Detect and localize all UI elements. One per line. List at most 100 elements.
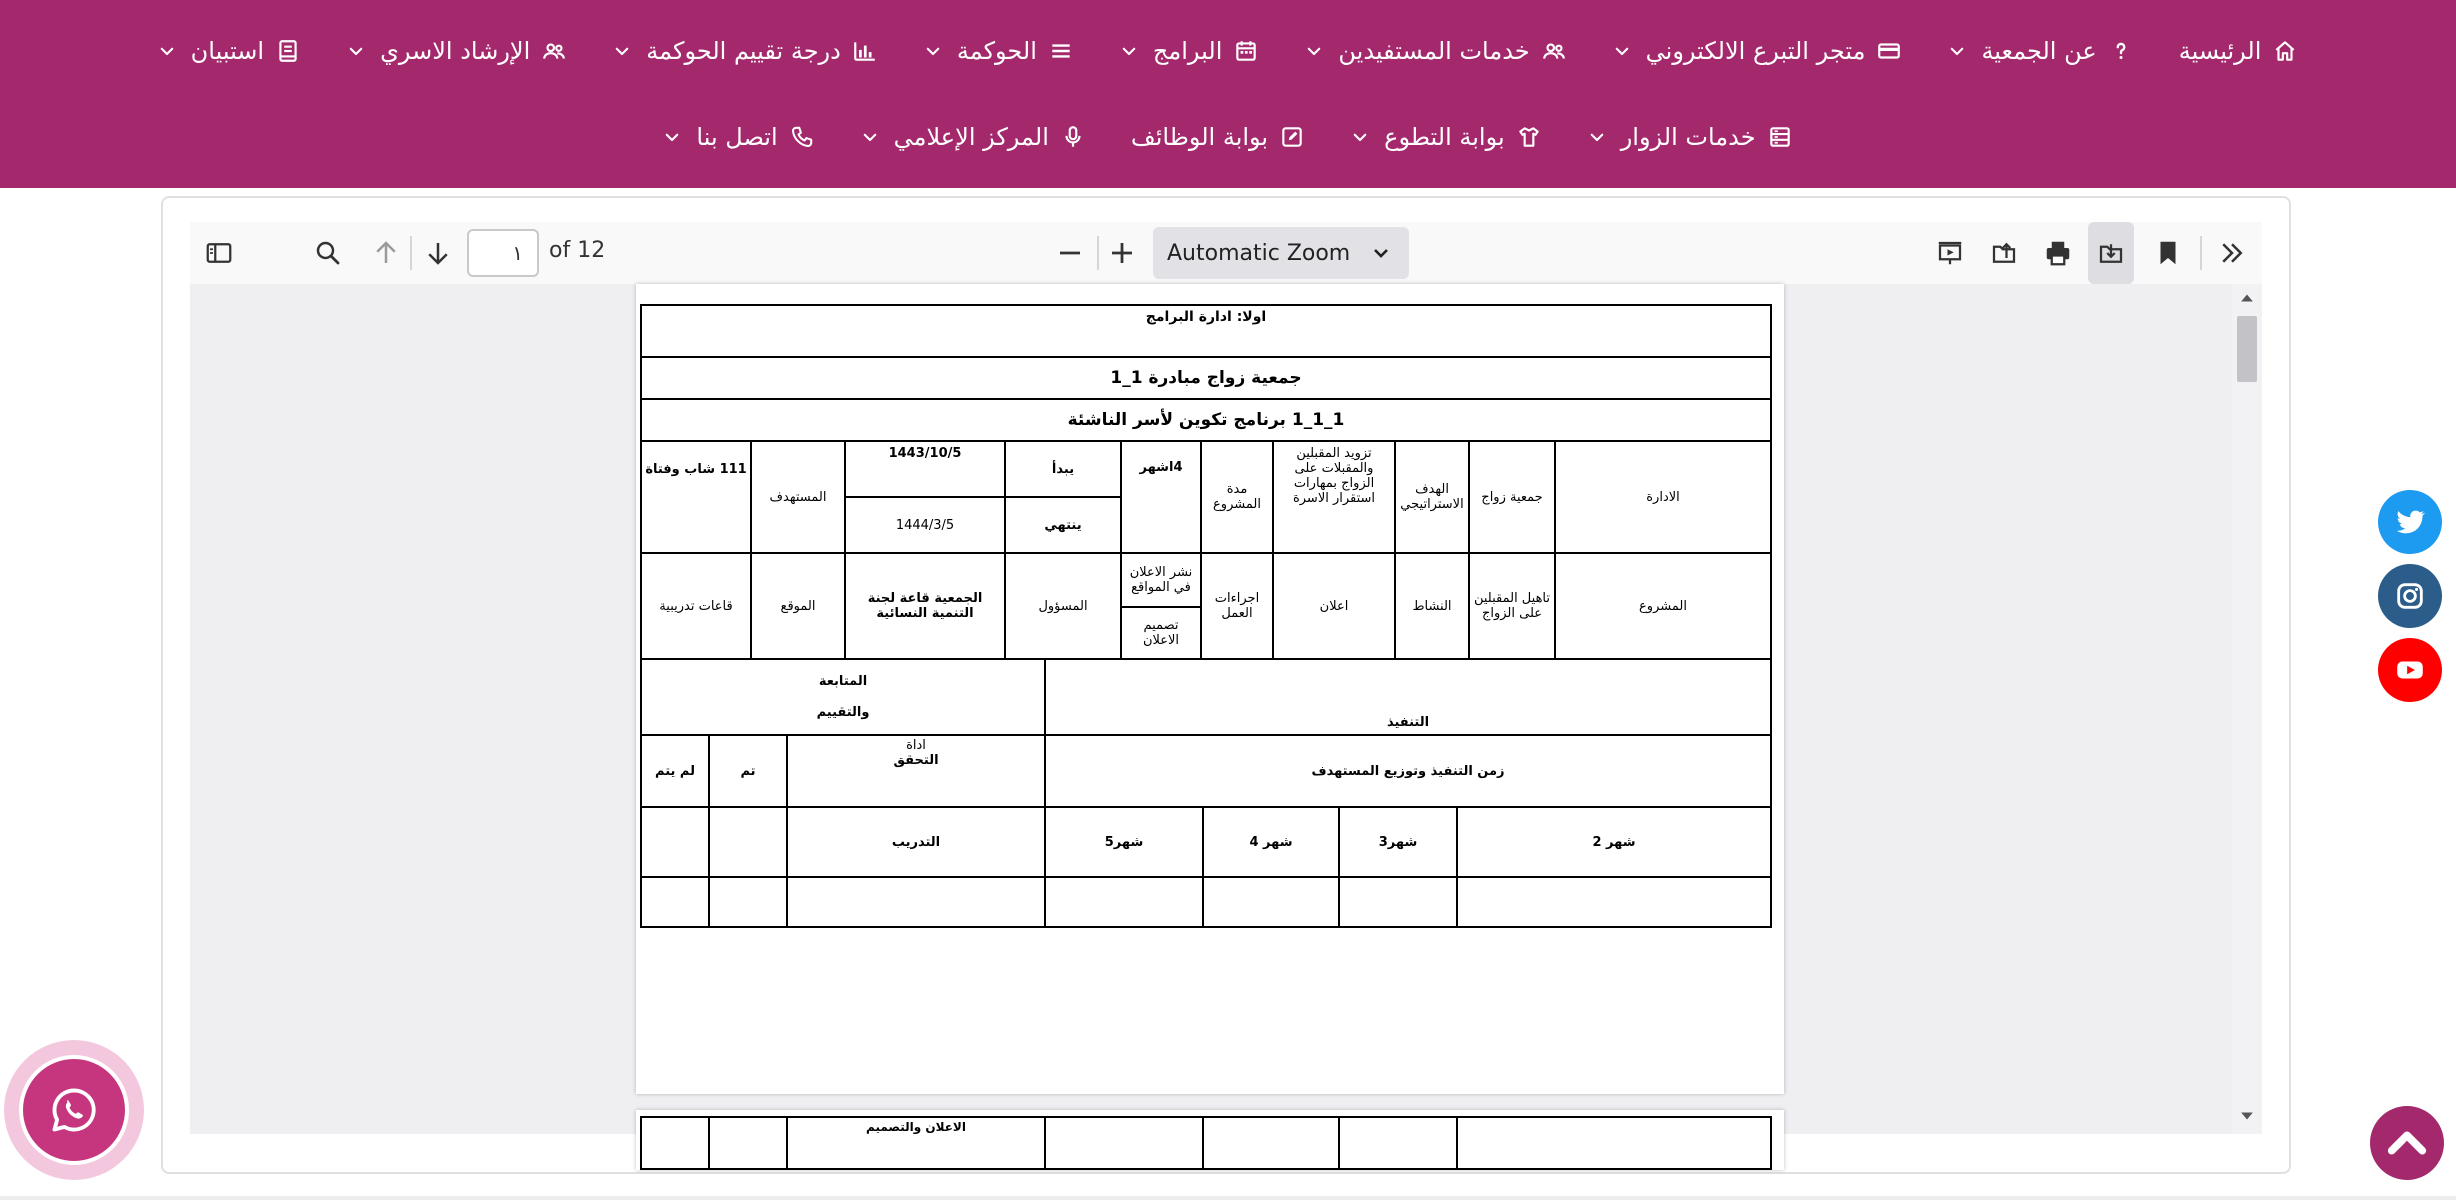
chevron-down-icon	[1947, 41, 1967, 61]
triangle-down-icon	[2241, 1112, 2253, 1120]
cell-start-value: 1443/10/5	[844, 440, 1006, 498]
chevron-down-icon	[1587, 127, 1607, 147]
chart-icon	[851, 37, 879, 65]
nav-item-label: اتصل بنا	[696, 123, 778, 151]
cell-duration-label: مدة المشروع	[1200, 440, 1274, 554]
cell-empty	[1456, 876, 1772, 928]
server-icon	[1766, 123, 1794, 151]
next-page-button[interactable]	[418, 222, 458, 284]
download-button[interactable]	[2088, 222, 2134, 284]
scroll-down-arrow[interactable]	[2237, 1106, 2257, 1126]
print-button[interactable]	[2038, 222, 2078, 284]
cell-verify-header: اداة التحقق	[786, 734, 1046, 808]
search-icon	[316, 241, 340, 265]
nav-item-home[interactable]: الرئيسية	[2157, 28, 2322, 74]
youtube-icon	[2397, 661, 2423, 679]
nav-item-jobs-portal[interactable]: بوابة الوظائف	[1109, 114, 1328, 160]
verify-label-line1: اداة	[906, 738, 926, 753]
cell-empty	[1338, 1116, 1458, 1170]
nav-item-governance-rating[interactable]: درجة تقييم الحوكمة	[590, 28, 901, 74]
cell-execution-header: التنفيذ	[1044, 658, 1772, 736]
print-icon	[2046, 241, 2070, 266]
page-count-label: of 12	[549, 238, 606, 263]
cell-start-label: يبدأ	[1004, 440, 1122, 498]
back-to-top-button[interactable]	[2370, 1106, 2444, 1180]
twitter-link[interactable]	[2378, 490, 2442, 554]
cell-month-4: شهر 4	[1202, 806, 1340, 878]
previous-page-button[interactable]	[366, 222, 406, 284]
toolbar-separator	[1097, 236, 1099, 270]
home-icon	[2271, 37, 2299, 65]
nav-item-programs[interactable]: البرامج	[1097, 28, 1282, 74]
cell-page2-fragment: الاعلان والتصميم	[786, 1116, 1046, 1170]
nav-item-beneficiary-services[interactable]: خدمات المستفيدين	[1282, 28, 1589, 74]
whatsapp-button[interactable]	[4, 1040, 144, 1180]
cell-admin-value: جمعية زواج	[1468, 440, 1556, 554]
nav-item-contact[interactable]: اتصل بنا	[640, 114, 837, 160]
nav-item-label: خدمات المستفيدين	[1338, 37, 1530, 65]
cell-beneficiary-value: 111 شاب وفتاة	[640, 440, 752, 554]
scrollbar-thumb[interactable]	[2237, 316, 2257, 382]
nav-item-label: البرامج	[1152, 37, 1223, 65]
cell-goal-value: تزويد المقبلين والمقبلات على الزواج بمها…	[1272, 440, 1396, 554]
cell-procedures-label: اجراءات العمل	[1200, 552, 1274, 660]
cell-empty	[1202, 1116, 1340, 1170]
chevron-down-icon	[1119, 41, 1139, 61]
followup-label-line2: والتقييم	[816, 705, 870, 720]
bookmark-icon	[2160, 241, 2176, 265]
nav-item-governance[interactable]: الحوكمة	[901, 28, 1097, 74]
viewer-scrollbar[interactable]	[2232, 284, 2262, 1134]
zoom-select-value: Automatic Zoom	[1167, 240, 1351, 266]
zoom-out-button[interactable]	[1050, 222, 1090, 284]
nav-item-volunteer-portal[interactable]: بوابة التطوع	[1328, 114, 1565, 160]
twitter-icon	[2396, 510, 2426, 534]
users-icon	[1540, 37, 1568, 65]
document-table: اولا: ادارة البرامج جمعية زواج مبادرة 1_…	[636, 284, 1784, 1094]
zoom-select[interactable]: Automatic Zoom	[1153, 227, 1409, 279]
open-file-icon	[1992, 242, 2016, 263]
find-button[interactable]	[308, 222, 348, 284]
cell-done-header: تم	[708, 734, 788, 808]
card-icon	[1875, 37, 1903, 65]
cell-activity-value: اعلان	[1272, 552, 1396, 660]
page-bottom-divider	[0, 1196, 2456, 1200]
nav-item-visitor-services[interactable]: خدمات الزوار	[1565, 114, 1816, 160]
list-icon	[1047, 37, 1075, 65]
doc-heading-program: 1_1_1 برنامج تكوين لأسر الناشئة	[640, 398, 1772, 442]
chevron-down-icon	[157, 41, 177, 61]
chevron-up-icon	[2387, 1131, 2427, 1155]
nav-item-family-guidance[interactable]: الإرشاد الاسري	[324, 28, 590, 74]
open-file-button[interactable]	[1984, 222, 2024, 284]
cell-empty	[1044, 1116, 1204, 1170]
cell-training: التدريب	[786, 806, 1046, 878]
chevron-down-icon	[662, 127, 682, 147]
chevron-down-icon	[612, 41, 632, 61]
nav-item-about[interactable]: عن الجمعية	[1925, 28, 2156, 74]
cell-end-label: ينتهي	[1004, 496, 1122, 554]
zoom-in-button[interactable]	[1102, 222, 1142, 284]
cell-empty	[640, 876, 710, 928]
youtube-link[interactable]	[2378, 638, 2442, 702]
bookmark-button[interactable]	[2148, 222, 2188, 284]
book-icon	[274, 37, 302, 65]
cell-responsible-value: الجمعية قاعة لجنة التنمية النسائية	[844, 552, 1006, 660]
followup-label-line1: المتابعة	[818, 674, 868, 689]
nav-item-label: عن الجمعية	[1981, 37, 2097, 65]
nav-item-surveys[interactable]: استبيان	[135, 28, 324, 74]
scroll-up-arrow[interactable]	[2237, 288, 2257, 308]
shirt-icon	[1515, 123, 1543, 151]
minus-icon	[1060, 251, 1080, 255]
nav-item-label: الرئيسية	[2178, 37, 2262, 65]
nav-item-label: بوابة الوظائف	[1130, 123, 1269, 151]
instagram-link[interactable]	[2378, 564, 2442, 628]
tools-menu-button[interactable]	[2212, 222, 2252, 284]
nav-item-donation-store[interactable]: متجر التبرع الالكتروني	[1590, 28, 1926, 74]
edit-icon	[1278, 123, 1306, 151]
sidebar-toggle-button[interactable]	[198, 222, 240, 284]
page-number-input[interactable]	[467, 229, 539, 277]
double-chevron-right-icon	[2222, 243, 2243, 263]
nav-item-media-center[interactable]: المركز الإعلامي	[838, 114, 1109, 160]
cell-activity-label: النشاط	[1394, 552, 1470, 660]
nav-item-label: استبيان	[190, 37, 265, 65]
presentation-mode-button[interactable]	[1930, 222, 1970, 284]
